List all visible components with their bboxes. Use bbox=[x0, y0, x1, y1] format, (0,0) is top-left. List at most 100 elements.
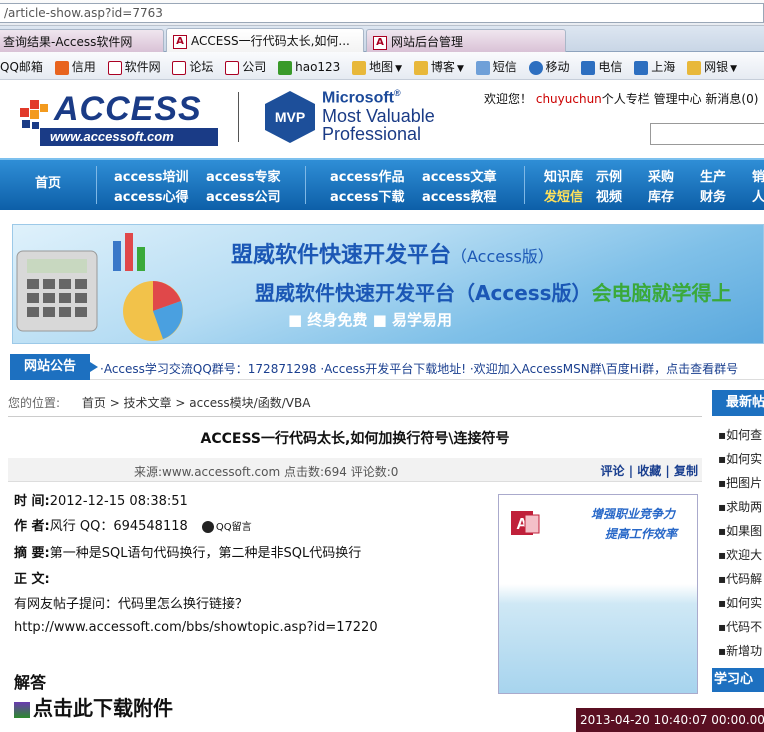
mvp-title: Microsoft® Most Valuable Professional bbox=[322, 88, 435, 143]
latest-post-item[interactable]: ▪代码不 bbox=[718, 618, 762, 635]
ad-line2: 提高工作效率 bbox=[605, 527, 678, 541]
fav-map[interactable]: 地图 ▼ bbox=[352, 58, 402, 75]
latest-post-item[interactable]: ▪如何实 bbox=[718, 594, 762, 611]
breadcrumb-path[interactable]: 首页 > 技术文章 > access模块/函数/VBA bbox=[82, 396, 311, 410]
nav-works[interactable]: access作品 bbox=[330, 166, 404, 185]
body-line: 有网友帖子提问：代码里怎么换行链接？ bbox=[14, 597, 249, 612]
folder-icon bbox=[352, 60, 367, 75]
fav-blog[interactable]: 博客 ▼ bbox=[413, 58, 464, 75]
nav-knowledge[interactable]: 知识库 bbox=[544, 166, 583, 185]
right-sidebar: 最新帖 ▪如何查 ▪如何实 ▪把图片 ▪求助两 ▪如果图 ▪欢迎大 ▪代码解 ▪… bbox=[712, 390, 764, 732]
qq-message-link[interactable]: QQ留言 bbox=[201, 521, 252, 533]
welcome-bar: 欢迎您！ chuyuchun个人专栏 管理中心 新消息(0) bbox=[484, 90, 758, 107]
access-page-icon bbox=[225, 60, 240, 75]
nav-divider bbox=[96, 166, 97, 204]
ad-line1: 增强职业竞争力 bbox=[591, 507, 676, 521]
fav-company[interactable]: 公司 bbox=[225, 58, 266, 75]
latest-post-item[interactable]: ▪如果图 bbox=[718, 522, 762, 539]
mvp-line2: Most Valuable bbox=[322, 106, 435, 127]
chevron-down-icon: ▼ bbox=[456, 64, 464, 74]
latest-post-item[interactable]: ▪如何查 bbox=[718, 426, 762, 443]
tab-admin[interactable]: A 网站后台管理 bbox=[366, 29, 566, 52]
nav-hr[interactable]: 人 bbox=[752, 186, 764, 205]
latest-posts-header: 最新帖 bbox=[712, 390, 764, 416]
fav-sms[interactable]: 短信 bbox=[475, 58, 517, 75]
divider bbox=[8, 416, 702, 417]
nav-experts[interactable]: access专家 bbox=[206, 166, 280, 185]
download-link[interactable]: 点击此下载附件 bbox=[14, 692, 173, 721]
favorites-bar: QQ邮箱 信用 软件网 论坛 公司 hao123 地图 ▼ 博客 ▼ 短信 移动 电… bbox=[0, 52, 764, 80]
fav-qqmail[interactable]: QQ邮箱 bbox=[0, 58, 43, 75]
tab-search-results[interactable]: 查询结果-Access软件网 bbox=[0, 29, 164, 52]
fav-forum[interactable]: 论坛 bbox=[172, 58, 213, 75]
nav-articles[interactable]: access文章 bbox=[422, 166, 496, 185]
nav-finance[interactable]: 财务 bbox=[700, 186, 726, 205]
learning-header: 学习心 bbox=[712, 668, 764, 692]
url-input[interactable]: /article-show.asp?id=7763 bbox=[0, 3, 764, 23]
fav-credit[interactable]: 信用 bbox=[54, 58, 96, 75]
nav-send-sms[interactable]: 发短信 bbox=[544, 186, 583, 205]
chevron-down-icon: ▼ bbox=[395, 64, 403, 74]
tab-label: 网站后台管理 bbox=[391, 35, 464, 49]
nav-purchase[interactable]: 采购 bbox=[648, 166, 674, 185]
browser-tab-strip: 查询结果-Access软件网 A ACCESS一行代码太长,如何... A 网站后台… bbox=[0, 26, 764, 52]
field-body-label: 正 文: bbox=[14, 572, 50, 587]
nav-downloads[interactable]: access下载 bbox=[330, 186, 404, 205]
logo-url: www.accessoft.com bbox=[40, 128, 218, 146]
calculator-chart-illustration bbox=[16, 233, 183, 341]
latest-post-item[interactable]: ▪求助两 bbox=[718, 498, 762, 515]
clock-overlay: 2013-04-20 10:40:07 00:00.000 bbox=[576, 708, 764, 732]
article-actions[interactable]: 评论 | 收藏 | 复制 bbox=[601, 462, 698, 479]
field-author: 作 者:风行 QQ：694548118 QQ留言 bbox=[14, 519, 252, 534]
latest-post-item[interactable]: ▪如何实 bbox=[718, 450, 762, 467]
username-link[interactable]: chuyuchun bbox=[536, 92, 602, 106]
nav-training[interactable]: access培训 bbox=[114, 166, 188, 185]
access-logo[interactable]: ACCESS www.accessoft.com bbox=[18, 90, 218, 148]
fav-bank[interactable]: 网银 ▼ bbox=[687, 58, 737, 75]
fav-hao123[interactable]: hao123 bbox=[278, 60, 340, 75]
nav-sales[interactable]: 销 bbox=[752, 166, 764, 185]
fav-mobile[interactable]: 移动 bbox=[528, 58, 570, 75]
folder-icon bbox=[413, 60, 428, 75]
taobao-icon bbox=[54, 60, 69, 75]
chevron-down-icon: ▼ bbox=[730, 64, 737, 74]
side-ad[interactable]: A 增强职业竞争力 提高工作效率 bbox=[498, 494, 698, 694]
nav-video[interactable]: 视频 bbox=[596, 186, 622, 205]
mvp-badge-text: MVP bbox=[275, 109, 305, 125]
latest-post-item[interactable]: ▪代码解 bbox=[718, 570, 762, 587]
breadcrumb: 您的位置: 首页 > 技术文章 > access模块/函数/VBA bbox=[8, 394, 702, 411]
fav-shanghai[interactable]: 上海 bbox=[634, 58, 675, 75]
access-page-icon bbox=[172, 60, 187, 75]
latest-post-item[interactable]: ▪欢迎大 bbox=[718, 546, 762, 563]
user-links[interactable]: 个人专栏 管理中心 新消息(0) bbox=[602, 92, 759, 106]
notice-marquee[interactable]: ·Access学习交流QQ群号：172871298 ·Access开发平台下载地… bbox=[100, 360, 738, 377]
fav-telecom[interactable]: 电信 bbox=[581, 58, 622, 75]
nav-inventory[interactable]: 库存 bbox=[648, 186, 674, 205]
address-bar: /article-show.asp?id=7763 bbox=[0, 0, 764, 26]
sms-icon bbox=[475, 60, 490, 75]
tab-article[interactable]: A ACCESS一行代码太长,如何... bbox=[166, 28, 364, 52]
nav-tutorials[interactable]: access教程 bbox=[422, 186, 496, 205]
logo-text: ACCESS bbox=[54, 90, 202, 128]
main-nav: 首页 access培训 access专家 access心得 access公司 a… bbox=[0, 158, 764, 210]
promo-banner[interactable]: 盟威软件快速开发平台（Access版） 盟威软件快速开发平台（Access版）会… bbox=[12, 224, 764, 344]
registered-mark: ® bbox=[394, 88, 401, 98]
breadcrumb-prefix: 您的位置: bbox=[8, 396, 61, 410]
nav-production[interactable]: 生产 bbox=[700, 166, 726, 185]
search-input[interactable] bbox=[650, 123, 764, 145]
access-page-icon: A bbox=[173, 34, 187, 49]
site-notice: 网站公告 ·Access学习交流QQ群号：172871298 ·Access开发… bbox=[10, 354, 764, 380]
banner-subtitle: 盟威软件快速开发平台（Access版）会电脑就学得上 bbox=[255, 281, 732, 305]
nav-home[interactable]: 首页 bbox=[0, 160, 96, 210]
nav-company[interactable]: access公司 bbox=[206, 186, 280, 205]
page-icon bbox=[634, 60, 649, 75]
latest-post-item[interactable]: ▪把图片 bbox=[718, 474, 762, 491]
latest-post-item[interactable]: ▪新增功 bbox=[718, 642, 762, 659]
qq-penguin-icon bbox=[201, 521, 214, 533]
fav-software[interactable]: 软件网 bbox=[107, 58, 161, 75]
body-link[interactable]: http://www.accessoft.com/bbs/showtopic.a… bbox=[14, 620, 378, 635]
nav-tips[interactable]: access心得 bbox=[114, 186, 188, 205]
article-title: ACCESS一行代码太长,如何加换行符号\连接符号 bbox=[200, 431, 510, 447]
nav-divider bbox=[524, 166, 525, 204]
nav-examples[interactable]: 示例 bbox=[596, 166, 622, 185]
